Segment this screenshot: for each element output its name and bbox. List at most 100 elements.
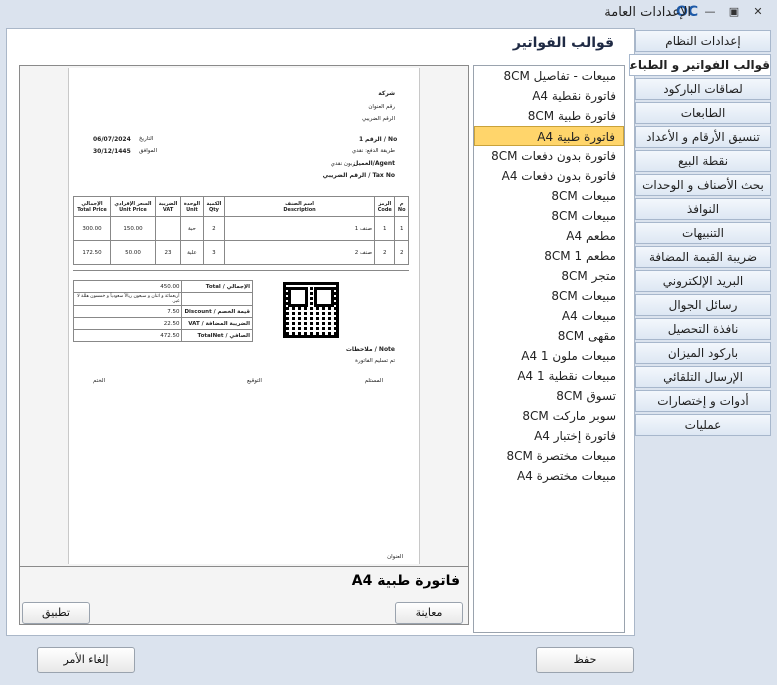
column-header-en: Unit Price xyxy=(119,206,147,213)
table-cell-unit_price: 150.00 xyxy=(109,216,156,241)
invoice-column-header: الوحدة Unit xyxy=(180,196,204,217)
template-list-item[interactable]: مقهى 8CM xyxy=(474,326,624,346)
settings-tab[interactable]: نقطة البيع xyxy=(635,150,771,172)
template-list-item[interactable]: مطعم 1 8CM xyxy=(474,246,624,266)
template-list-item[interactable]: فاتورة بدون دفعات 8CM xyxy=(474,146,624,166)
settings-tab[interactable]: ضريبة القيمة المضافة xyxy=(635,246,771,268)
template-name-bar: فاتورة طبية A4 xyxy=(20,566,468,596)
footer-bar: حفظ إلغاء الأمر xyxy=(0,636,777,685)
settings-tab[interactable]: عمليات xyxy=(635,414,771,436)
restore-icon[interactable]: ▣ xyxy=(726,5,742,19)
totals-value: 7.50 xyxy=(72,305,183,318)
invoice-column-header: الرمز Code xyxy=(374,196,396,217)
template-list[interactable]: مبيعات - تفاصيل 8CM فاتورة نقطية A4 فاتورة… xyxy=(473,65,625,633)
window-title: الإعدادات العامة xyxy=(604,5,691,20)
company-taxnum: الرقم الضريبي xyxy=(361,116,395,122)
settings-tab[interactable]: نافذة التحصيل xyxy=(635,318,771,340)
template-list-item[interactable]: فاتورة طبية A4 xyxy=(474,126,624,146)
totals-table: 450.00 الإجمالي / Total أربعمائة و اثنان و… xyxy=(72,280,253,342)
totals-row: 7.50 قيمة الخصم / Discount xyxy=(72,305,253,318)
totals-value: 22.50 xyxy=(72,317,183,330)
template-list-item[interactable]: مبيعات ملون 1 A4 xyxy=(474,346,624,366)
template-list-item[interactable]: فاتورة إختبار A4 xyxy=(474,426,624,446)
template-list-item[interactable]: مبيعات A4 xyxy=(474,306,624,326)
settings-tab[interactable]: قوالب الفواتير و الطباعة xyxy=(629,54,771,76)
template-list-item[interactable]: مبيعات 8CM xyxy=(474,286,624,306)
title-bar: OC الإعدادات العامة — ▣ ✕ xyxy=(0,0,777,28)
invoice-date-value: 06/07/2024 xyxy=(93,136,131,143)
template-list-item[interactable]: متجر 8CM xyxy=(474,266,624,286)
invoice-hijri-label: الموافق xyxy=(139,148,157,154)
template-list-item[interactable]: مبيعات 8CM xyxy=(474,186,624,206)
invoice-column-header: الكمية Qty xyxy=(202,196,226,217)
table-cell-unit: علبة xyxy=(180,240,204,265)
settings-tab[interactable]: لصاقات الباركود xyxy=(635,78,771,100)
payment-method: طريقة الدفع: نقدي xyxy=(351,148,395,154)
column-header-en: Code xyxy=(377,206,392,213)
settings-tab[interactable]: الطابعات xyxy=(635,102,771,124)
template-list-item[interactable]: مبيعات مختصرة 8CM xyxy=(474,446,624,466)
settings-tab[interactable]: التنبيهات xyxy=(635,222,771,244)
note-label: ملاحظات / Note xyxy=(345,346,395,353)
invoice-no-value: 1 xyxy=(359,136,364,143)
template-list-item[interactable]: تسوق 8CM xyxy=(474,386,624,406)
table-cell-total: 172.50 xyxy=(73,240,111,265)
table-cell-total: 300.00 xyxy=(73,216,111,241)
settings-tab[interactable]: تنسيق الأرقام و الأعداد xyxy=(635,126,771,148)
invoice-date-label: التاريخ xyxy=(139,136,154,142)
settings-tab[interactable]: بحث الأصناف و الوحدات xyxy=(635,174,771,196)
company-address: رقم العنوان xyxy=(368,104,395,110)
settings-tab[interactable]: إعدادات النظام xyxy=(635,30,771,52)
totals-row: أربعمائة و اثنان و سبعون ريالاً سعودياً … xyxy=(72,292,253,306)
invoice-column-header: الإجمالي Total Price xyxy=(73,196,111,217)
table-cell-no: 2 xyxy=(394,240,409,265)
totals-label: الضريبة المضافة / VAT xyxy=(181,317,253,330)
column-header-ar: الوحدة xyxy=(183,200,201,207)
column-header-ar: الضريبة xyxy=(158,200,178,207)
minimize-icon[interactable]: — xyxy=(702,5,718,19)
settings-tab[interactable]: النوافذ xyxy=(635,198,771,220)
totals-label xyxy=(181,292,253,306)
footer-address: العنوان xyxy=(387,554,403,560)
table-cell-code: 2 xyxy=(374,240,396,265)
close-icon[interactable]: ✕ xyxy=(750,5,766,19)
column-header-en: Unit xyxy=(186,206,198,213)
invoice-preview[interactable]: شركة رقم العنوان الرقم الضريبي 06/07/202… xyxy=(19,65,469,625)
template-list-item[interactable]: فاتورة بدون دفعات A4 xyxy=(474,166,624,186)
cancel-button[interactable]: إلغاء الأمر xyxy=(37,647,135,673)
template-list-item[interactable]: سوبر ماركت 8CM xyxy=(474,406,624,426)
template-list-item[interactable]: فاتورة نقطية A4 xyxy=(474,86,624,106)
note-text: تم تسليم الفاتورة xyxy=(355,358,395,364)
column-header-ar: الرمز xyxy=(378,200,392,207)
column-header-ar: الكمية xyxy=(206,200,222,207)
agent-value: زبون نقدي xyxy=(330,161,355,167)
company-name: شركة xyxy=(378,90,395,97)
template-list-item[interactable]: مبيعات - تفاصيل 8CM xyxy=(474,66,624,86)
invoice-no-label: الرقم / No xyxy=(365,136,398,143)
apply-button[interactable]: تطبيق xyxy=(22,602,90,624)
settings-tabs: إعدادات النظام قوالب الفواتير و الطباعة لص… xyxy=(629,30,771,438)
totals-row: 472.50 الصافي / TotalNet xyxy=(72,329,253,342)
save-button[interactable]: حفظ xyxy=(536,647,634,673)
totals-value: 450.00 xyxy=(72,280,183,293)
qr-code-icon xyxy=(283,282,339,338)
template-list-item[interactable]: مبيعات نقطية 1 A4 xyxy=(474,366,624,386)
invoice-column-header: م No xyxy=(394,196,409,217)
table-cell-unit: حبة xyxy=(180,216,204,241)
sign-receiver: المستلم xyxy=(364,378,383,384)
preview-button[interactable]: معاينة xyxy=(395,602,463,624)
template-list-item[interactable]: فاتورة طبية 8CM xyxy=(474,106,624,126)
sign-stamp: الختم xyxy=(93,378,106,384)
settings-tab[interactable]: أدوات و إختصارات xyxy=(635,390,771,412)
settings-tab[interactable]: الإرسال التلقائي xyxy=(635,366,771,388)
template-list-item[interactable]: مبيعات 8CM xyxy=(474,206,624,226)
settings-tab[interactable]: البريد الإلكتروني xyxy=(635,270,771,292)
column-header-en: Qty xyxy=(208,206,219,213)
settings-tab[interactable]: رسائل الجوال xyxy=(635,294,771,316)
settings-tab[interactable]: باركود الميزان xyxy=(635,342,771,364)
template-list-item[interactable]: مطعم A4 xyxy=(474,226,624,246)
table-cell-qty: 3 xyxy=(202,240,226,265)
table-cell-qty: 2 xyxy=(202,216,226,241)
table-row: 300.00 150.00 حبة 2 صنف 111 xyxy=(73,216,409,241)
template-list-item[interactable]: مبيعات مختصرة A4 xyxy=(474,466,624,486)
